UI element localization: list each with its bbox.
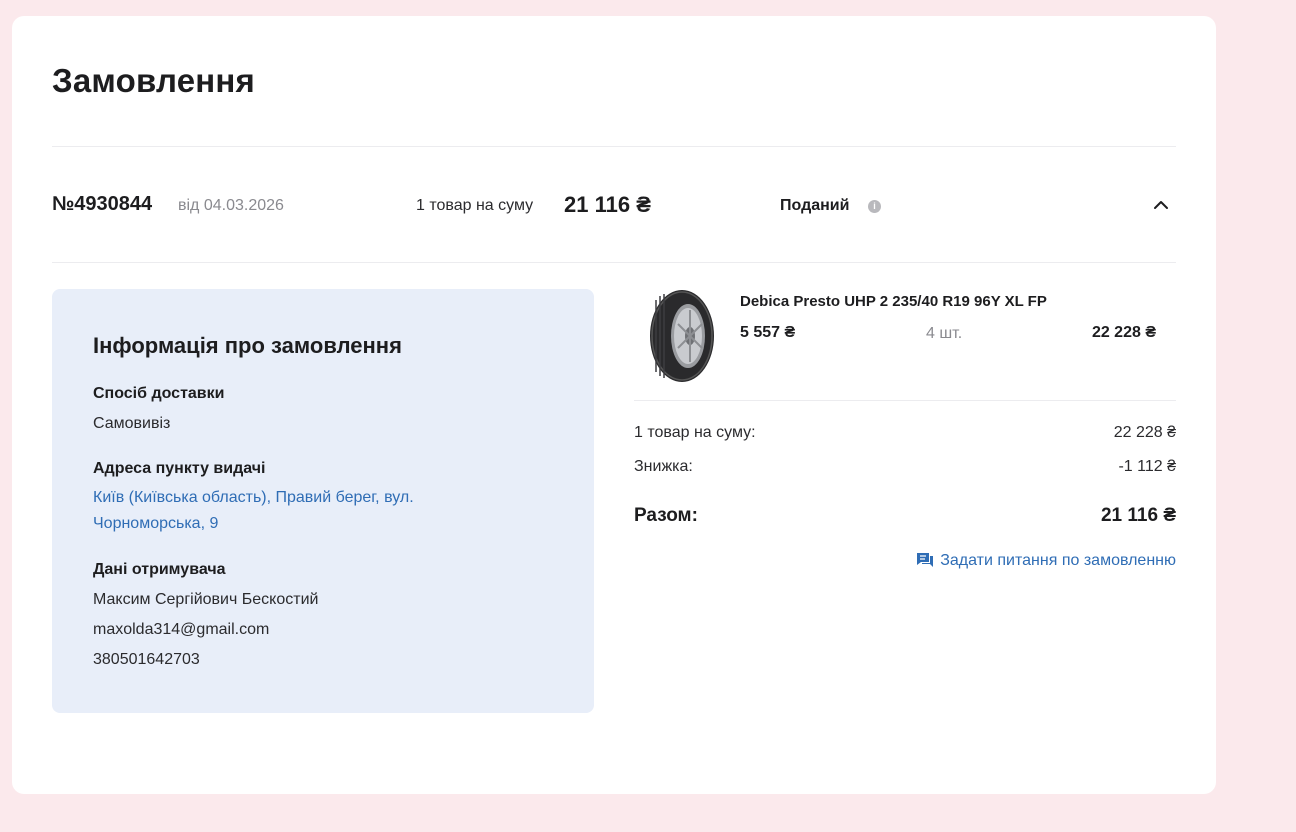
discount-label: Знижка: [634,458,693,475]
delivery-label: Спосіб доставки [93,385,225,402]
order-date: від 04.03.2026 [178,197,284,214]
divider [52,146,1176,147]
order-summary-text: 1 товар на суму [416,197,534,214]
order-status: Поданий [780,197,850,214]
recipient-name: Максим Сергійович Бескостий [93,591,319,608]
page-title: Замовлення [52,62,256,99]
product-quantity: 4 шт. [926,325,963,342]
grand-total-row: Разом: 21 116 ₴ [634,505,1176,527]
items-total-value: 22 228 ₴ [1113,424,1176,441]
order-summary-sum: 21 116 ₴ [564,192,651,217]
product-row: Debica Presto UHP 2 235/40 R19 96Y XL FP… [634,286,1176,401]
order-number: №4930844 [52,193,153,215]
order-header[interactable]: №4930844 від 04.03.2026 1 товар на суму … [52,191,1176,221]
divider [52,262,1176,263]
discount-row: Знижка: -1 112 ₴ [634,458,1176,476]
recipient-email: maxolda314@gmail.com [93,621,270,638]
product-total: 22 228 ₴ [1091,324,1156,341]
delivery-value: Самовивіз [93,415,171,432]
grand-total-label: Разом: [634,505,698,526]
discount-value: -1 112 ₴ [1118,458,1176,475]
order-info-panel: Інформація про замовлення Спосіб доставк… [52,289,594,713]
address-link[interactable]: Київ (Київська область), Правий берег, в… [93,485,513,537]
recipient-phone: 380501642703 [93,651,200,668]
items-total-label: 1 товар на суму: [634,424,756,441]
grand-total-value: 21 116 ₴ [1100,505,1176,526]
ask-question-label: Задати питання по замовленню [940,552,1176,569]
chat-icon [917,553,934,567]
orders-card: Замовлення №4930844 від 04.03.2026 1 тов… [12,16,1216,794]
divider [634,400,1176,401]
product-price: 5 557 ₴ [740,324,796,341]
address-label: Адреса пункту видачі [93,460,266,477]
tyre-image[interactable] [648,288,716,384]
product-name[interactable]: Debica Presto UHP 2 235/40 R19 96Y XL FP [740,293,1047,310]
items-total-row: 1 товар на суму: 22 228 ₴ [634,424,1176,442]
chevron-up-icon[interactable] [1151,195,1171,215]
recipient-label: Дані отримувача [93,561,226,578]
info-icon[interactable]: i [868,200,881,213]
ask-question-link[interactable]: Задати питання по замовленню [916,552,1176,570]
info-title: Інформація про замовлення [93,333,402,358]
